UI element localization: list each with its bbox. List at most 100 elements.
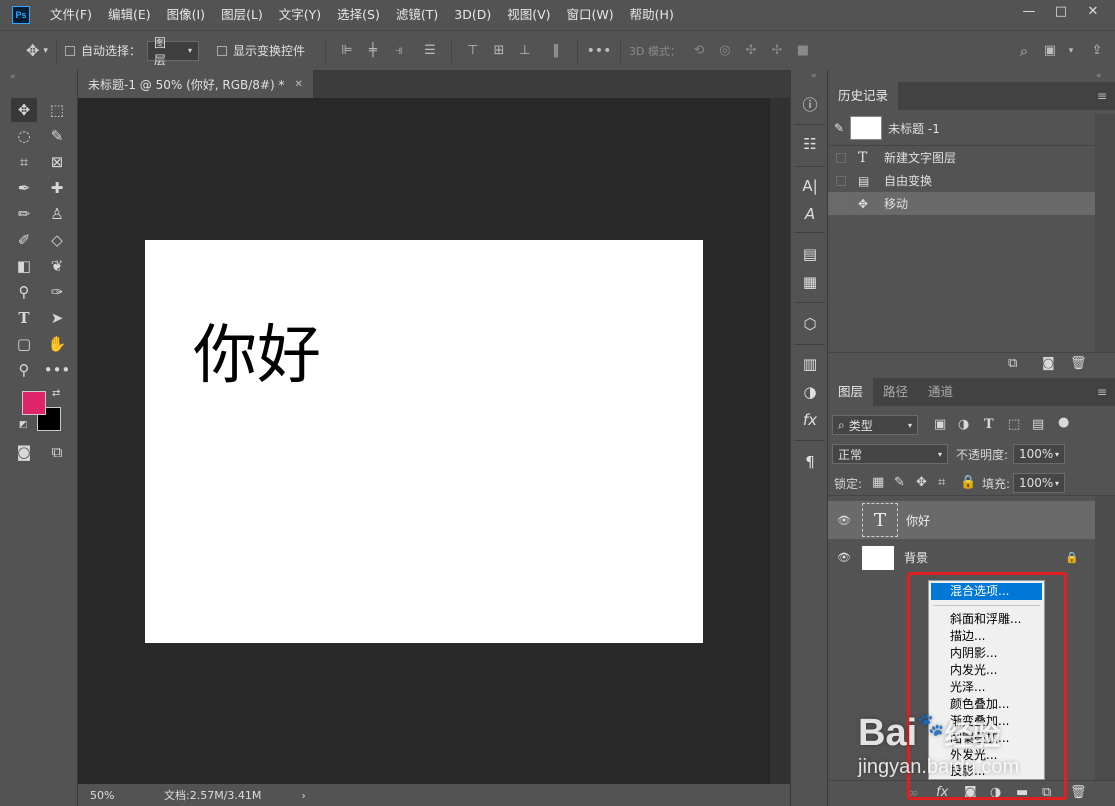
tab-paths[interactable]: 路径 <box>873 378 918 406</box>
brush-tool-icon[interactable]: ✏ <box>11 202 37 226</box>
menu-image[interactable]: 图像(I) <box>159 0 213 30</box>
crop-tool-icon[interactable]: ⌗ <box>11 150 37 174</box>
lock-artboard-icon[interactable]: ⌗ <box>938 475 945 490</box>
new-document-from-state-icon[interactable]: ⧉ <box>1008 356 1017 371</box>
3d-rotate-icon[interactable]: ⟲ <box>691 43 707 59</box>
filter-smart-object-icon[interactable]: ▤ <box>1032 417 1044 432</box>
menu-edit[interactable]: 编辑(E) <box>100 0 159 30</box>
info-icon[interactable]: ⓘ <box>798 92 822 116</box>
3d-roll-icon[interactable]: ◎ <box>717 43 733 59</box>
shape-tool-icon[interactable]: ▢ <box>11 332 37 356</box>
eye-icon[interactable]: 👁 <box>837 551 851 564</box>
marquee-tool-icon[interactable]: ⬚ <box>44 98 70 122</box>
align-left-icon[interactable]: ⊫ <box>339 43 355 59</box>
lock-transparent-icon[interactable]: ▦ <box>872 475 884 490</box>
adjustments-icon[interactable]: ◑ <box>798 380 822 404</box>
trash-icon[interactable]: 🗑 <box>1070 785 1087 800</box>
glyphs-icon[interactable]: A <box>798 202 822 226</box>
filter-pixel-icon[interactable]: ▣ <box>934 417 946 432</box>
quick-select-tool-icon[interactable]: ✎ <box>44 124 70 148</box>
filter-type-icon[interactable]: T <box>984 417 994 432</box>
paragraph-styles-icon[interactable]: ▤ <box>798 242 822 266</box>
close-tab-icon[interactable]: ✕ <box>295 79 303 90</box>
opacity-input[interactable]: 100% ▾ <box>1013 444 1065 464</box>
share-icon[interactable]: ⇪ <box>1089 43 1105 59</box>
tab-history[interactable]: 历史记录 <box>828 82 899 110</box>
notes-icon[interactable]: ▦ <box>798 270 822 294</box>
layers-scrollbar[interactable] <box>1095 496 1115 780</box>
filter-adjustment-icon[interactable]: ◑ <box>958 417 969 432</box>
lock-position-icon[interactable]: ✥ <box>916 475 927 490</box>
lock-pixels-icon[interactable]: ✎ <box>894 475 905 490</box>
3d-camera-icon[interactable]: ■ <box>795 43 811 59</box>
align-center-icon[interactable]: ╪ <box>365 43 381 59</box>
lock-all-icon[interactable]: 🔒 <box>960 475 976 490</box>
hand-tool-icon[interactable]: ✋ <box>44 332 70 356</box>
auto-select-checkbox[interactable] <box>64 45 75 56</box>
character-icon[interactable]: A| <box>798 174 822 198</box>
blur-tool-icon[interactable]: ❦ <box>44 254 70 278</box>
filter-shape-icon[interactable]: ⬚ <box>1008 417 1020 432</box>
vertical-scrollbar[interactable] <box>770 98 790 784</box>
history-snapshot[interactable]: ✎ 未标题 -1 <box>828 114 1095 142</box>
lasso-tool-icon[interactable]: ◌ <box>11 124 37 148</box>
gradient-tool-icon[interactable]: ◧ <box>11 254 37 278</box>
filter-toggle-icon[interactable]: ● <box>1058 415 1069 430</box>
blend-mode-dropdown[interactable]: 正常 ▾ <box>832 444 948 464</box>
chevron-down-icon[interactable]: ▾ <box>1063 43 1079 59</box>
chevron-right-icon[interactable]: › <box>301 789 305 802</box>
collapse-icon[interactable]: « <box>1096 71 1102 81</box>
align-right-icon[interactable]: ⫣ <box>391 43 407 59</box>
align-middle-icon[interactable]: ⊞ <box>491 43 507 59</box>
collapse-icon[interactable]: « <box>811 71 817 81</box>
menu-select[interactable]: 选择(S) <box>329 0 388 30</box>
menu-window[interactable]: 窗口(W) <box>559 0 622 30</box>
path-select-tool-icon[interactable]: ➤ <box>44 306 70 330</box>
layer-row[interactable]: 👁 背景 🔒 <box>828 539 1095 576</box>
history-item[interactable]: ▤ 自由变换 <box>828 169 1095 192</box>
close-button[interactable]: ✕ <box>1077 0 1109 22</box>
zoom-level[interactable]: 50% <box>90 789 150 802</box>
type-tool-icon[interactable]: T <box>11 306 37 330</box>
maximize-button[interactable]: □ <box>1045 0 1077 22</box>
trash-icon[interactable]: 🗑 <box>1070 356 1087 371</box>
layer-filter-dropdown[interactable]: ⌕ 类型 ▾ <box>832 415 918 435</box>
zoom-tool-icon[interactable]: ⚲ <box>11 358 37 382</box>
artboard[interactable]: 你好 <box>145 240 703 643</box>
3d-pan-icon[interactable]: ✣ <box>743 43 759 59</box>
search-icon[interactable]: ⌕ <box>1016 42 1032 60</box>
tab-channels[interactable]: 通道 <box>918 378 963 406</box>
3d-cube-icon[interactable]: ⬡ <box>798 312 822 336</box>
menu-type[interactable]: 文字(Y) <box>271 0 329 30</box>
menu-view[interactable]: 视图(V) <box>499 0 558 30</box>
align-bottom-icon[interactable]: ⊥ <box>517 43 533 59</box>
workspace-icon[interactable]: ▣ <box>1042 43 1058 59</box>
styles-fx-icon[interactable]: fx <box>798 408 822 432</box>
move-tool-icon[interactable]: ✥ <box>26 41 39 60</box>
eraser-tool-icon[interactable]: ◇ <box>44 228 70 252</box>
tab-layers[interactable]: 图层 <box>828 378 874 406</box>
quick-mask-icon[interactable]: ◙ <box>11 440 37 464</box>
minimize-button[interactable]: — <box>1013 0 1045 22</box>
distribute-icon[interactable]: ☰ <box>422 43 438 59</box>
menu-filter[interactable]: 滤镜(T) <box>388 0 446 30</box>
pen-tool-icon[interactable]: ✑ <box>44 280 70 304</box>
panel-menu-icon[interactable]: ≡ <box>1097 378 1115 406</box>
default-colors-icon[interactable]: ◩ <box>19 420 28 430</box>
frame-tool-icon[interactable]: ⊠ <box>44 150 70 174</box>
history-scrollbar[interactable] <box>1095 114 1115 352</box>
pilcrow-icon[interactable]: ¶ <box>798 450 822 474</box>
distribute-vertical-icon[interactable]: ‖ <box>548 43 564 59</box>
clone-stamp-tool-icon[interactable]: ♙ <box>44 202 70 226</box>
chevron-down-icon[interactable]: ▾ <box>43 46 48 56</box>
fill-input[interactable]: 100% ▾ <box>1013 473 1065 493</box>
document-tab[interactable]: 未标题-1 @ 50% (你好, RGB/8#) * ✕ <box>78 70 313 98</box>
properties-icon[interactable]: ▥ <box>798 352 822 376</box>
panel-menu-icon[interactable]: ≡ <box>1097 82 1115 110</box>
history-icon[interactable]: ☷ <box>798 132 822 156</box>
history-item[interactable]: ✥ 移动 <box>828 192 1095 215</box>
camera-icon[interactable]: ◙ <box>1042 356 1055 371</box>
layer-row[interactable]: 👁 T 你好 <box>828 501 1095 539</box>
foreground-color-swatch[interactable] <box>22 391 46 415</box>
more-tools-icon[interactable]: ••• <box>44 358 71 382</box>
